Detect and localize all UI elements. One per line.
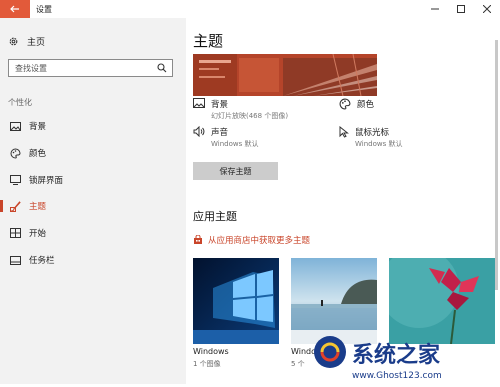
nav-home-label: 主页: [27, 38, 46, 48]
store-link[interactable]: 从应用商店中获取更多主题: [193, 234, 310, 246]
prop-background[interactable]: 背景 幻灯片放映(468 个图像): [193, 98, 288, 121]
cursor-icon: [339, 126, 349, 138]
maximize-button[interactable]: [448, 0, 474, 18]
watermark-url: www.Ghost123.com: [352, 371, 442, 381]
prop-label: 声音: [211, 128, 229, 138]
search-input[interactable]: [9, 62, 157, 74]
maximize-icon: [457, 5, 465, 13]
image-icon: [193, 98, 205, 108]
prop-value: Windows 默认: [211, 140, 259, 148]
theme-name: Windows: [193, 347, 229, 356]
prop-label: 颜色: [357, 100, 375, 110]
brush-icon: [9, 200, 21, 212]
page-title: 主题: [193, 32, 224, 50]
sidebar-item-label: 任务栏: [29, 256, 55, 266]
prop-color[interactable]: 颜色: [339, 98, 374, 111]
watermark-brand: 系统之家: [352, 342, 441, 368]
search-icon[interactable]: [157, 63, 167, 73]
apply-theme-heading: 应用主题: [193, 210, 237, 223]
sidebar-item-label: 锁屏界面: [29, 176, 64, 186]
sidebar-item-label: 开始: [29, 229, 47, 239]
sidebar-item-lockscreen[interactable]: 锁屏界面: [0, 170, 186, 190]
sidebar: 主页 个性化 背景 颜色 锁屏界面 主题: [0, 18, 186, 384]
active-indicator: [0, 200, 3, 212]
sidebar-item-label: 颜色: [29, 149, 47, 159]
title-bar: 设置: [0, 0, 500, 18]
close-button[interactable]: [474, 0, 500, 18]
store-icon: [194, 235, 202, 244]
back-button[interactable]: [0, 0, 30, 18]
watermark: 系统之家 www.Ghost123.com: [308, 322, 500, 384]
minimize-icon: [431, 8, 439, 10]
prop-sound[interactable]: 声音 Windows 默认: [193, 126, 258, 149]
theme-preview-art: [193, 54, 377, 96]
palette-icon: [339, 98, 351, 110]
search-box[interactable]: [8, 59, 173, 77]
monitor-icon: [9, 174, 21, 186]
taskbar-icon: [9, 254, 21, 266]
sidebar-item-label: 主题: [29, 202, 47, 212]
sidebar-item-themes[interactable]: 主题: [0, 196, 186, 216]
store-link-label: 从应用商店中获取更多主题: [208, 236, 311, 246]
sidebar-item-label: 背景: [29, 122, 47, 132]
window-title: 设置: [36, 5, 52, 14]
section-label: 个性化: [8, 98, 32, 107]
save-theme-button[interactable]: 保存主题: [193, 162, 278, 180]
theme-preview: [193, 54, 377, 96]
theme-count: 1 个图像: [193, 360, 221, 368]
minimize-button[interactable]: [422, 0, 448, 18]
watermark-logo: 系统之家 www.Ghost123.com: [314, 336, 442, 381]
prop-cursor[interactable]: 鼠标光标 Windows 默认: [339, 126, 402, 149]
nav-home[interactable]: 主页: [8, 35, 45, 48]
sidebar-item-start[interactable]: 开始: [0, 223, 186, 243]
sidebar-item-taskbar[interactable]: 任务栏: [0, 250, 186, 270]
gear-icon: [9, 37, 18, 46]
image-icon: [9, 120, 21, 132]
windows-wallpaper: [193, 258, 279, 344]
sidebar-item-colors[interactable]: 颜色: [0, 143, 186, 163]
speaker-icon: [193, 126, 205, 137]
prop-label: 背景: [211, 100, 229, 110]
start-grid-icon: [9, 227, 21, 239]
theme-thumbnail-windows[interactable]: [193, 258, 279, 344]
prop-label: 鼠标光标: [355, 128, 390, 138]
theme-count: 5 个: [291, 360, 305, 368]
arrow-left-icon: [10, 5, 19, 13]
prop-value: 幻灯片放映(468 个图像): [211, 112, 289, 120]
sidebar-item-background[interactable]: 背景: [0, 116, 186, 136]
prop-value: Windows 默认: [355, 140, 403, 148]
scrollbar[interactable]: [495, 40, 498, 290]
close-icon: [483, 5, 491, 13]
palette-icon: [9, 147, 21, 159]
